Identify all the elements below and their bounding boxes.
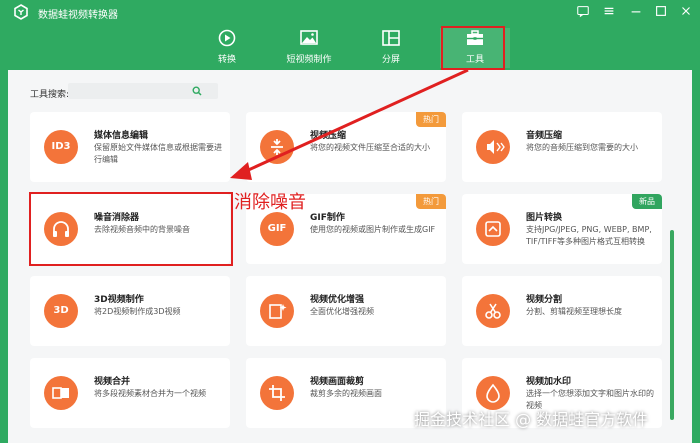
annotation-label: 消除噪音 xyxy=(234,192,306,213)
watermark-text: 掘金技术社区 @ 数据蛙官方软件 xyxy=(414,410,649,429)
annotation-arrow xyxy=(230,68,469,180)
